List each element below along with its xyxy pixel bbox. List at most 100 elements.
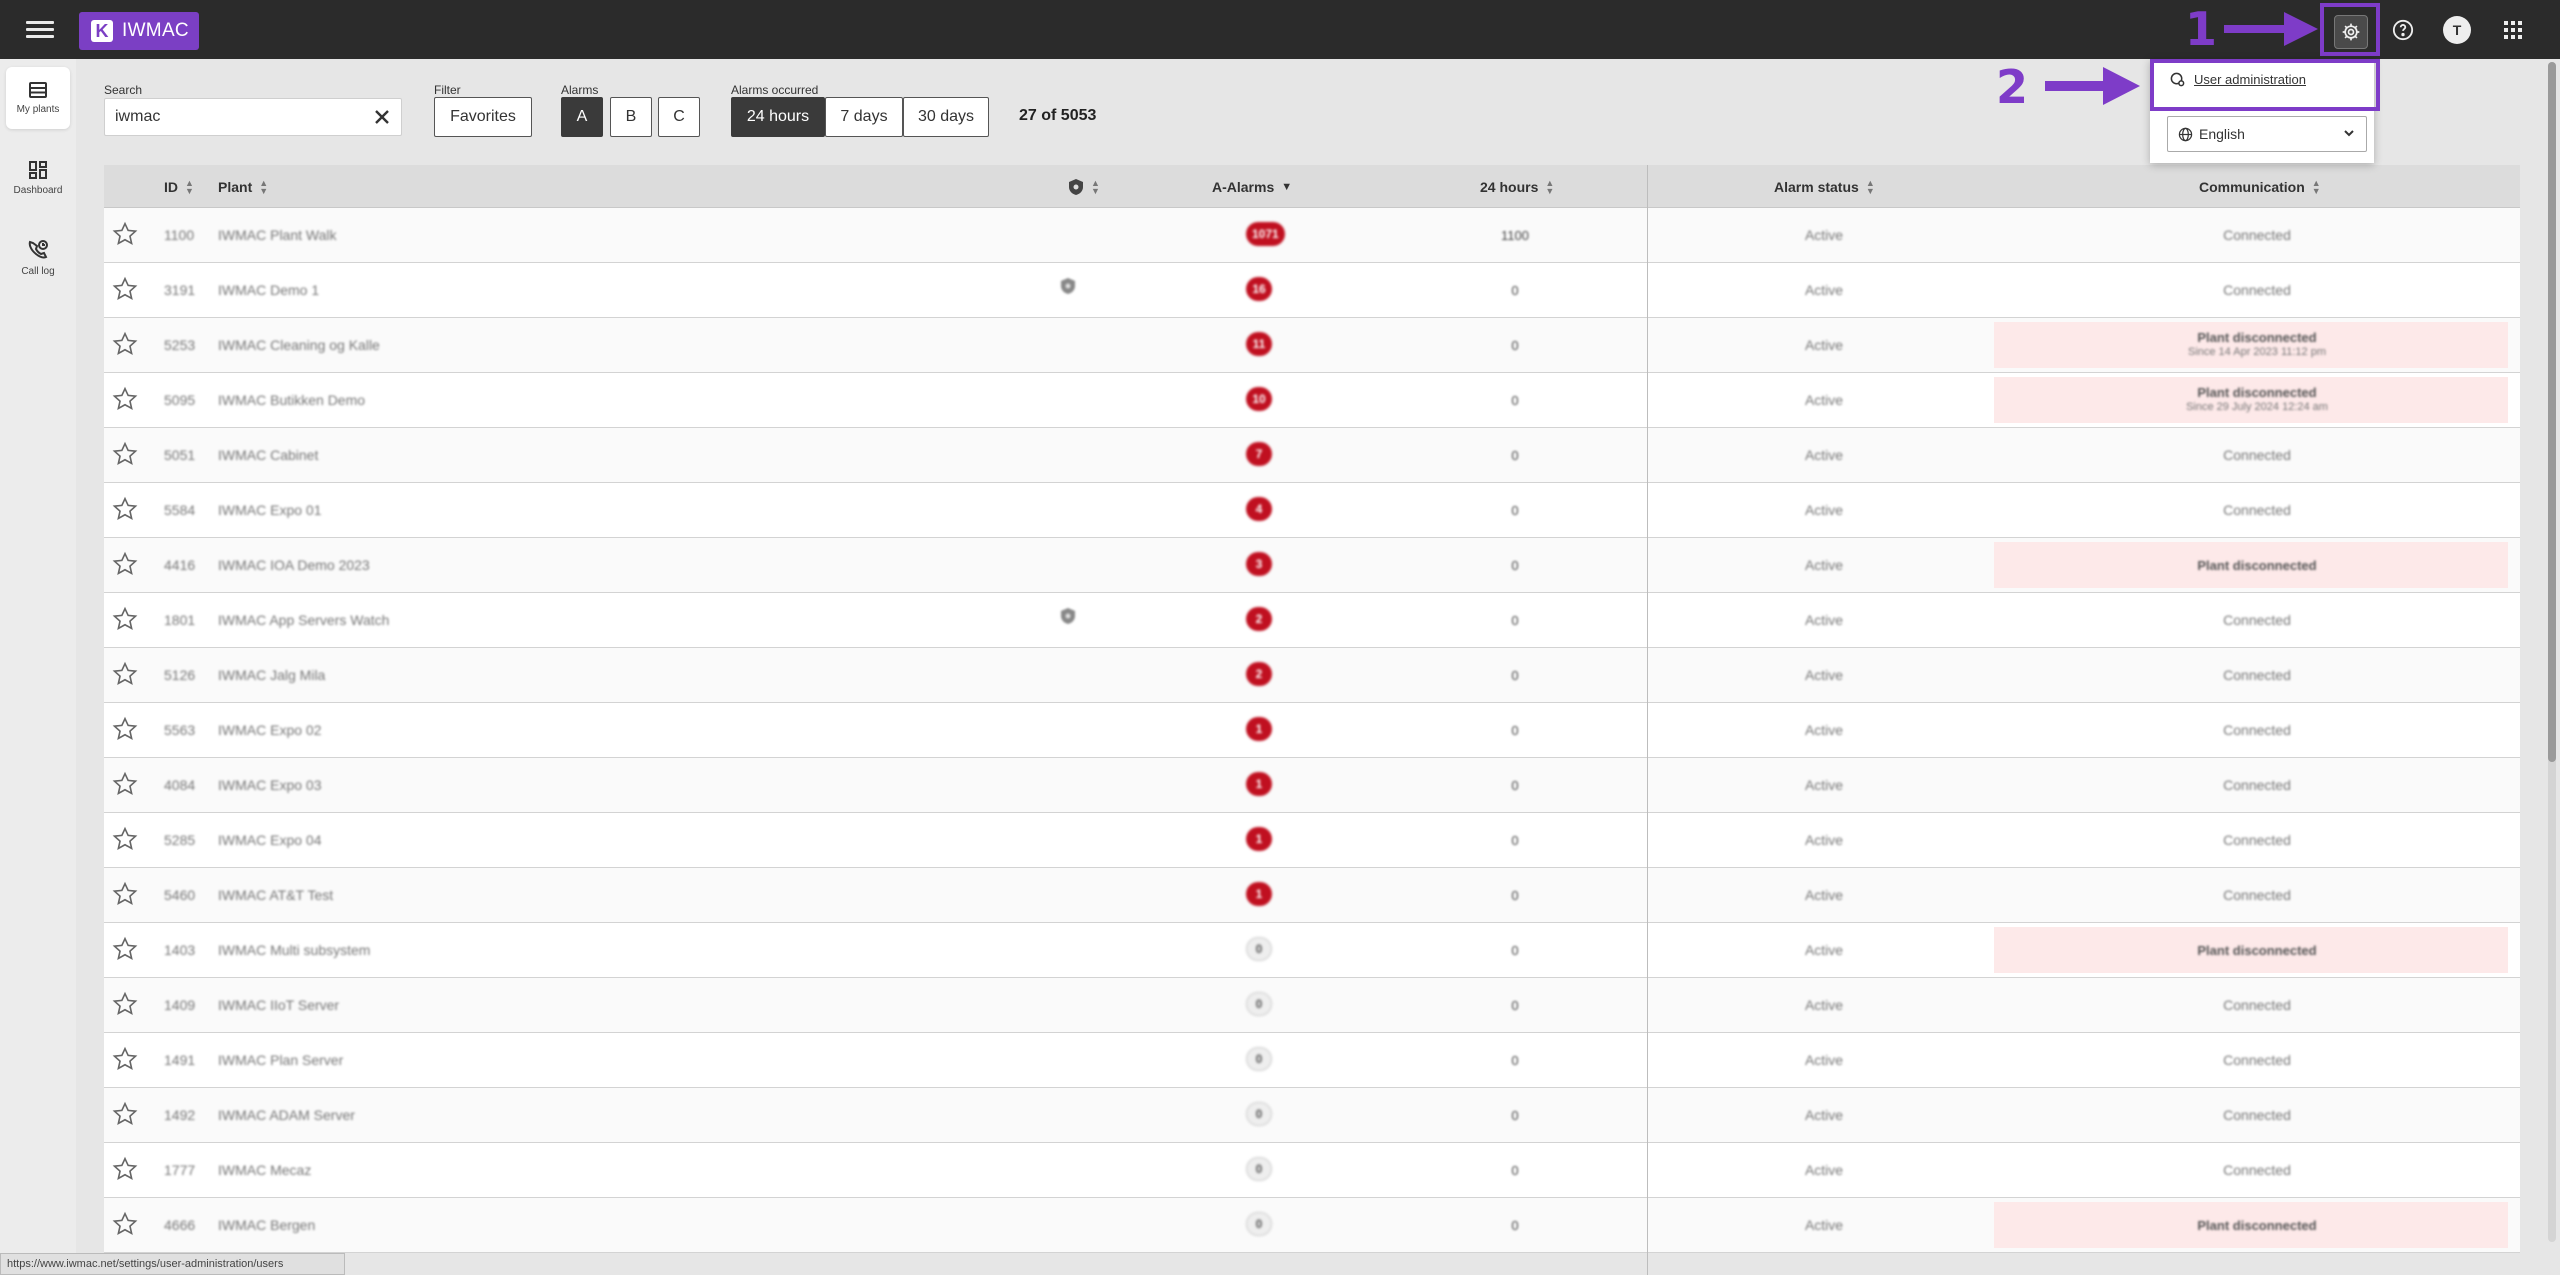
plant-name[interactable]: IWMAC IOA Demo 2023 xyxy=(218,538,818,592)
plant-name[interactable]: IWMAC Butikken Demo xyxy=(218,373,818,427)
favorite-star-icon[interactable] xyxy=(112,331,138,357)
a-alarms-badge[interactable]: 0 xyxy=(1246,1047,1272,1071)
favorite-star-icon[interactable] xyxy=(112,496,138,522)
table-row[interactable]: 5253 IWMAC Cleaning og Kalle 11 0 Active Plan… xyxy=(104,318,2520,373)
favorite-star-icon[interactable] xyxy=(112,606,138,632)
a-alarms-badge[interactable]: 0 xyxy=(1246,937,1272,961)
a-alarms-badge[interactable]: 7 xyxy=(1246,442,1272,466)
table-row[interactable]: 1100 IWMAC Plant Walk 1071 1100 Active Connec… xyxy=(104,208,2520,263)
alarm-class-a-button[interactable]: A xyxy=(561,97,603,137)
table-row[interactable]: 5285 IWMAC Expo 04 1 0 Active Connected xyxy=(104,813,2520,868)
table-row[interactable]: 4416 IWMAC IOA Demo 2023 3 0 Active Plant dis… xyxy=(104,538,2520,593)
plant-name[interactable]: IWMAC Expo 04 xyxy=(218,813,818,867)
plant-name[interactable]: IWMAC App Servers Watch xyxy=(218,593,818,647)
a-alarms-badge[interactable]: 3 xyxy=(1246,552,1272,576)
sidebar-item-my-plants[interactable]: My plants xyxy=(6,67,70,129)
plant-name[interactable]: IWMAC Mecaz xyxy=(218,1143,818,1197)
app-logo[interactable]: K IWMAC xyxy=(79,12,199,50)
column-header-id[interactable]: ID ▲ ▼ xyxy=(164,165,194,208)
favorite-star-icon[interactable] xyxy=(112,826,138,852)
favorite-star-icon[interactable] xyxy=(112,221,138,247)
scrollbar-thumb[interactable] xyxy=(2548,62,2556,762)
a-alarms-badge[interactable]: 0 xyxy=(1246,1212,1272,1236)
plant-name[interactable]: IWMAC ADAM Server xyxy=(218,1088,818,1142)
plant-name[interactable]: IWMAC Plan Server xyxy=(218,1033,818,1087)
alarm-class-c-button[interactable]: C xyxy=(658,97,700,137)
a-alarms-badge[interactable]: 0 xyxy=(1246,1157,1272,1181)
page-scrollbar[interactable] xyxy=(2548,62,2556,1242)
favorite-star-icon[interactable] xyxy=(112,386,138,412)
table-row[interactable]: 1491 IWMAC Plan Server 0 0 Active Connected xyxy=(104,1033,2520,1088)
table-row[interactable]: 3191 IWMAC Demo 1 16 0 Active Connected xyxy=(104,263,2520,318)
favorite-star-icon[interactable] xyxy=(112,771,138,797)
favorite-star-icon[interactable] xyxy=(112,276,138,302)
favorite-star-icon[interactable] xyxy=(112,551,138,577)
plant-name[interactable]: IWMAC Expo 01 xyxy=(218,483,818,537)
favorite-star-icon[interactable] xyxy=(112,1046,138,1072)
plant-name[interactable]: IWMAC IIoT Server xyxy=(218,978,818,1032)
table-row[interactable]: 5095 IWMAC Butikken Demo 10 0 Active Plant di… xyxy=(104,373,2520,428)
column-header-a-alarms[interactable]: A-Alarms ▼ xyxy=(1212,165,1292,208)
a-alarms-badge[interactable]: 2 xyxy=(1246,662,1272,686)
range-30-days-button[interactable]: 30 days xyxy=(903,97,989,137)
a-alarms-badge[interactable]: 1071 xyxy=(1246,222,1285,246)
a-alarms-badge[interactable]: 1 xyxy=(1246,717,1272,741)
plant-name[interactable]: IWMAC Demo 1 xyxy=(218,263,818,317)
favorite-star-icon[interactable] xyxy=(112,936,138,962)
plant-name[interactable]: IWMAC Jalg Mila xyxy=(218,648,818,702)
column-header-24-hours[interactable]: 24 hours ▲ ▼ xyxy=(1480,165,1554,208)
column-header-shield[interactable]: ▲ ▼ xyxy=(1068,165,1100,208)
alarm-class-b-button[interactable]: B xyxy=(610,97,652,137)
sidebar-item-call-log[interactable]: Call log xyxy=(6,227,70,289)
favorites-filter-button[interactable]: Favorites xyxy=(434,97,532,137)
a-alarms-badge[interactable]: 1 xyxy=(1246,772,1272,796)
hamburger-menu-icon[interactable] xyxy=(26,17,54,43)
favorite-star-icon[interactable] xyxy=(112,441,138,467)
table-row[interactable]: 1409 IWMAC IIoT Server 0 0 Active Connected xyxy=(104,978,2520,1033)
sidebar-item-dashboard[interactable]: Dashboard xyxy=(6,147,70,209)
a-alarms-badge[interactable]: 0 xyxy=(1246,1102,1272,1126)
a-alarms-badge[interactable]: 1 xyxy=(1246,882,1272,906)
table-row[interactable]: 5584 IWMAC Expo 01 4 0 Active Connected xyxy=(104,483,2520,538)
a-alarms-badge[interactable]: 2 xyxy=(1246,607,1272,631)
range-7-days-button[interactable]: 7 days xyxy=(825,97,903,137)
plant-name[interactable]: IWMAC Expo 03 xyxy=(218,758,818,812)
plant-name[interactable]: IWMAC Multi subsystem xyxy=(218,923,818,977)
plant-name[interactable]: IWMAC Cleaning og Kalle xyxy=(218,318,818,372)
favorite-star-icon[interactable] xyxy=(112,1101,138,1127)
a-alarms-badge[interactable]: 0 xyxy=(1246,992,1272,1016)
a-alarms-badge[interactable]: 4 xyxy=(1246,497,1272,521)
favorite-star-icon[interactable] xyxy=(112,1211,138,1237)
apps-grid-button[interactable] xyxy=(2498,15,2528,45)
plant-name[interactable]: IWMAC Bergen xyxy=(218,1198,818,1252)
table-row[interactable]: 5460 IWMAC AT&T Test 1 0 Active Connected xyxy=(104,868,2520,923)
search-input[interactable] xyxy=(115,99,365,135)
a-alarms-badge[interactable]: 10 xyxy=(1246,387,1272,411)
help-button[interactable] xyxy=(2388,15,2418,45)
table-row[interactable]: 1777 IWMAC Mecaz 0 0 Active Connected xyxy=(104,1143,2520,1198)
plant-name[interactable]: IWMAC AT&T Test xyxy=(218,868,818,922)
column-header-alarm-status[interactable]: Alarm status ▲ ▼ xyxy=(1774,165,1875,208)
column-header-plant[interactable]: Plant ▲ ▼ xyxy=(218,165,268,208)
a-alarms-badge[interactable]: 16 xyxy=(1246,277,1272,301)
favorite-star-icon[interactable] xyxy=(112,1156,138,1182)
range-24-hours-button[interactable]: 24 hours xyxy=(731,97,825,137)
plant-name[interactable]: IWMAC Cabinet xyxy=(218,428,818,482)
table-row[interactable]: 1801 IWMAC App Servers Watch 2 0 Active Conne… xyxy=(104,593,2520,648)
column-header-communication[interactable]: Communication ▲ ▼ xyxy=(2199,165,2321,208)
user-avatar[interactable]: T xyxy=(2443,16,2471,44)
plant-name[interactable]: IWMAC Expo 02 xyxy=(218,703,818,757)
plant-name[interactable]: IWMAC Plant Walk xyxy=(218,208,818,262)
a-alarms-badge[interactable]: 1 xyxy=(1246,827,1272,851)
table-row[interactable]: 1492 IWMAC ADAM Server 0 0 Active Connected xyxy=(104,1088,2520,1143)
language-select[interactable]: English xyxy=(2167,116,2367,152)
search-field[interactable] xyxy=(104,98,402,136)
table-row[interactable]: 1403 IWMAC Multi subsystem 0 0 Active Plant d… xyxy=(104,923,2520,978)
favorite-star-icon[interactable] xyxy=(112,991,138,1017)
table-row[interactable]: 5563 IWMAC Expo 02 1 0 Active Connected xyxy=(104,703,2520,758)
table-row[interactable]: 4084 IWMAC Expo 03 1 0 Active Connected xyxy=(104,758,2520,813)
favorite-star-icon[interactable] xyxy=(112,716,138,742)
favorite-star-icon[interactable] xyxy=(112,881,138,907)
table-row[interactable]: 5126 IWMAC Jalg Mila 2 0 Active Connected xyxy=(104,648,2520,703)
table-row[interactable]: 5051 IWMAC Cabinet 7 0 Active Connected xyxy=(104,428,2520,483)
